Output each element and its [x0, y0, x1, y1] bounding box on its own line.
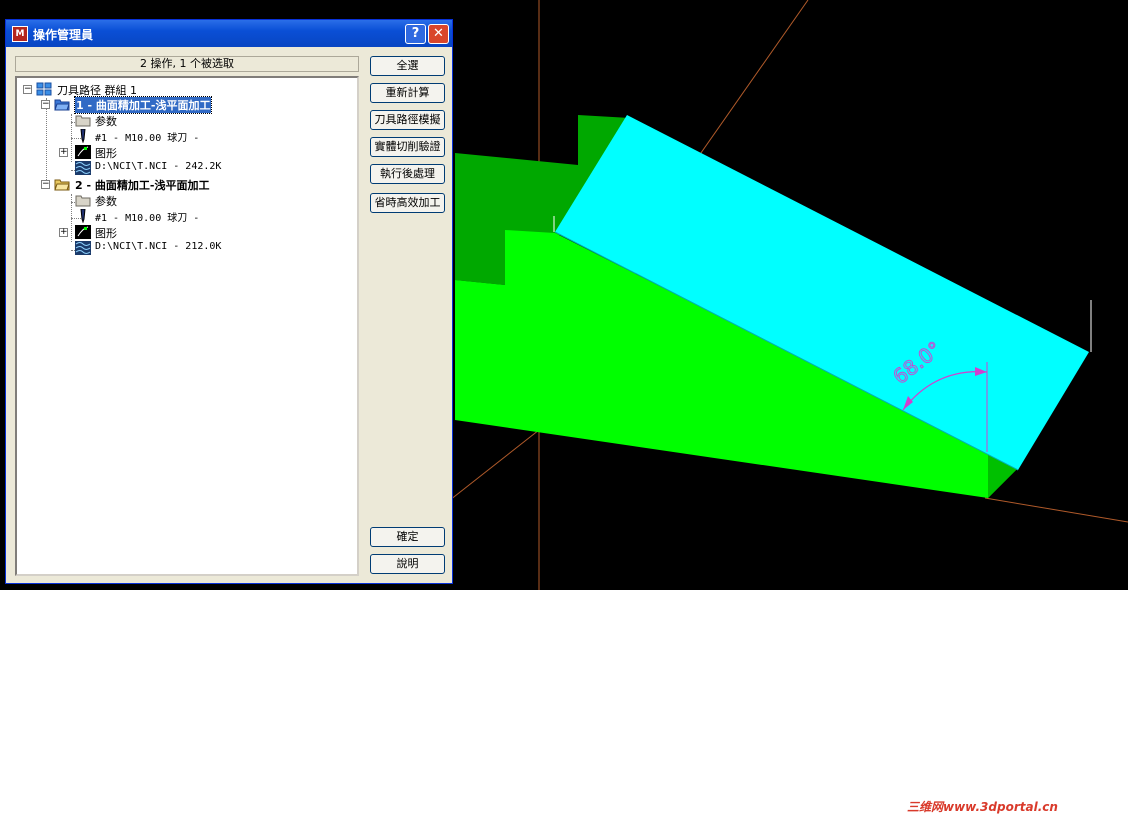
- operation-2-label[interactable]: 2 - 曲面精加工-浅平面加工: [75, 177, 209, 193]
- help-title-button[interactable]: ?: [405, 24, 426, 44]
- operation-2-nci[interactable]: D:\NCI\T.NCI - 212.0K: [95, 241, 221, 252]
- toolpath-group-icon: [36, 82, 52, 96]
- operations-manager-dialog: M 操作管理員 ? ✕ 2 操作, 1 个被选取 − 刀具路径 群組 1 − 1…: [5, 19, 453, 584]
- high-speed-button[interactable]: 省時高效加工: [370, 193, 445, 213]
- operation-2-tool[interactable]: #1 - M10.00 球刀 -: [95, 209, 199, 224]
- watermark: 三维网www.3dportal.cn: [907, 800, 1058, 814]
- axis-horizontal: [984, 497, 1128, 523]
- geometry-icon: [75, 225, 91, 239]
- window-title: 操作管理員: [33, 28, 94, 42]
- operations-tree[interactable]: − 刀具路径 群組 1 − 1 - 曲面精加工-浅平面加工 参数 #1 - M1…: [15, 76, 359, 576]
- title-bar[interactable]: M 操作管理員 ? ✕: [6, 20, 452, 47]
- nci-file-icon: [75, 161, 91, 175]
- post-process-button[interactable]: 執行後處理: [370, 164, 445, 184]
- collapse-toggle[interactable]: −: [41, 180, 50, 189]
- operation-folder-selected-icon: [54, 99, 70, 111]
- geometry-icon: [75, 145, 91, 159]
- axis-lower: [449, 429, 540, 501]
- params-folder-icon: [75, 115, 91, 127]
- operation-folder-icon: [54, 179, 70, 191]
- close-button[interactable]: ✕: [428, 24, 449, 44]
- collapse-toggle[interactable]: −: [23, 85, 32, 94]
- toolpath-simulation-button[interactable]: 刀具路徑模擬: [370, 110, 445, 130]
- tree-connector: [46, 98, 47, 186]
- operation-1-label[interactable]: 1 - 曲面精加工-浅平面加工: [73, 96, 213, 114]
- regenerate-button[interactable]: 重新計算: [370, 83, 445, 103]
- params-folder-icon: [75, 195, 91, 207]
- tree-root-label[interactable]: 刀具路径 群組 1: [57, 82, 137, 98]
- operation-2-params[interactable]: 参数: [95, 193, 117, 209]
- tool-icon: [80, 209, 86, 223]
- expand-toggle[interactable]: +: [59, 148, 68, 157]
- select-all-button[interactable]: 全選: [370, 56, 445, 76]
- collapse-toggle[interactable]: −: [41, 100, 50, 109]
- expand-toggle[interactable]: +: [59, 228, 68, 237]
- app-icon: M: [12, 26, 28, 42]
- operation-1-tool[interactable]: #1 - M10.00 球刀 -: [95, 129, 199, 144]
- status-text: 2 操作, 1 个被选取: [15, 56, 359, 72]
- help-button[interactable]: 說明: [370, 554, 445, 574]
- operation-1-params[interactable]: 参数: [95, 113, 117, 129]
- nci-file-icon: [75, 241, 91, 255]
- solid-verify-button[interactable]: 實體切削驗證: [370, 137, 445, 157]
- ok-button[interactable]: 確定: [370, 527, 445, 547]
- operation-1-nci[interactable]: D:\NCI\T.NCI - 242.2K: [95, 161, 221, 172]
- operation-1-geometry[interactable]: 图形: [95, 145, 117, 161]
- tool-icon: [80, 129, 86, 143]
- operation-2-geometry[interactable]: 图形: [95, 225, 117, 241]
